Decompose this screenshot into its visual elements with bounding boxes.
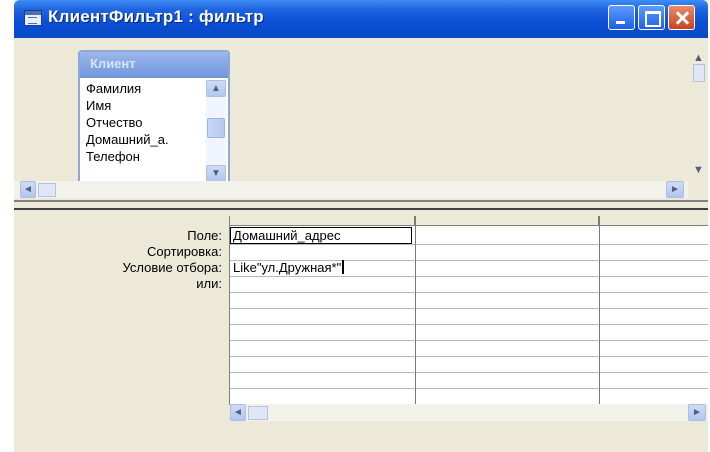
filter-window: КлиентФильтр1 : фильтр Клиент Фамилия Им… bbox=[14, 0, 708, 452]
table-field-list-title[interactable]: Клиент bbox=[80, 52, 228, 78]
scroll-up-icon[interactable]: ▲ bbox=[693, 52, 704, 64]
field-item[interactable]: Телефон bbox=[86, 148, 206, 165]
design-grid-pane: Поле: Сортировка: Условие отбора: или: Д… bbox=[14, 212, 708, 452]
field-item[interactable]: Фамилия bbox=[86, 80, 206, 97]
grid-line bbox=[230, 324, 708, 325]
table-pane-hscroll-thumb[interactable] bbox=[38, 183, 56, 197]
table-field-list[interactable]: Клиент Фамилия Имя Отчество Домашний_а. … bbox=[78, 50, 230, 186]
table-pane: Клиент Фамилия Имя Отчество Домашний_а. … bbox=[14, 38, 708, 200]
field-list: Фамилия Имя Отчество Домашний_а. Телефон bbox=[86, 80, 206, 165]
scroll-left-icon[interactable]: ◄ bbox=[20, 181, 36, 198]
pane-splitter[interactable] bbox=[14, 200, 708, 210]
minimize-button[interactable] bbox=[608, 5, 635, 30]
field-item[interactable]: Отчество bbox=[86, 114, 206, 131]
close-button[interactable] bbox=[668, 5, 695, 30]
grid-row-labels: Поле: Сортировка: Условие отбора: или: bbox=[14, 228, 222, 292]
row-label-or: или: bbox=[196, 276, 222, 291]
grid-line bbox=[230, 372, 708, 373]
table-pane-horizontal-scrollbar[interactable]: ◄ ► bbox=[14, 181, 688, 198]
row-label-sort: Сортировка: bbox=[147, 244, 222, 259]
row-label-criteria: Условие отбора: bbox=[122, 260, 222, 275]
column-selector[interactable] bbox=[415, 216, 599, 226]
field-item[interactable]: Имя bbox=[86, 97, 206, 114]
scroll-left-icon[interactable]: ◄ bbox=[230, 404, 246, 421]
field-item[interactable]: Домашний_а. bbox=[86, 131, 206, 148]
column-selector[interactable] bbox=[599, 216, 708, 226]
scroll-down-icon[interactable]: ▼ bbox=[206, 165, 226, 182]
column-selector[interactable] bbox=[230, 216, 415, 226]
grid-line bbox=[230, 388, 708, 389]
grid-horizontal-scrollbar[interactable]: ◄ ► bbox=[230, 404, 708, 421]
text-cursor bbox=[342, 260, 345, 274]
grid-line bbox=[230, 292, 708, 293]
design-grid: Домашний_адрес Like"ул.Дружная*" bbox=[229, 216, 708, 405]
grid-line bbox=[230, 308, 708, 309]
maximize-button[interactable] bbox=[638, 5, 665, 30]
grid-hscroll-thumb[interactable] bbox=[248, 406, 268, 420]
grid-line bbox=[230, 356, 708, 357]
grid-column-divider bbox=[599, 216, 600, 405]
grid-line bbox=[230, 340, 708, 341]
grid-line bbox=[230, 276, 708, 277]
grid-cell-criteria-1[interactable]: Like"ул.Дружная*" bbox=[233, 260, 345, 275]
grid-cell-field-1[interactable]: Домашний_адрес bbox=[233, 228, 341, 243]
window-title: КлиентФильтр1 : фильтр bbox=[48, 7, 264, 26]
table-pane-vertical-scrollbar[interactable]: ▲ ▼ bbox=[688, 38, 708, 200]
grid-column-divider bbox=[415, 216, 416, 405]
query-window-icon[interactable] bbox=[24, 10, 42, 26]
title-bar[interactable]: КлиентФильтр1 : фильтр bbox=[14, 0, 708, 38]
scroll-right-icon[interactable]: ► bbox=[688, 404, 706, 421]
scroll-up-icon[interactable]: ▲ bbox=[206, 80, 226, 97]
scroll-down-icon[interactable]: ▼ bbox=[693, 164, 704, 176]
field-list-scroll-thumb[interactable] bbox=[207, 118, 225, 138]
criteria-text[interactable]: Like"ул.Дружная*" bbox=[233, 260, 341, 275]
scroll-right-icon[interactable]: ► bbox=[666, 181, 684, 198]
row-label-field: Поле: bbox=[187, 228, 222, 243]
field-list-scrollbar[interactable]: ▲ ▼ bbox=[206, 80, 226, 182]
grid-line bbox=[230, 244, 708, 245]
table-pane-scroll-thumb[interactable] bbox=[693, 64, 705, 82]
